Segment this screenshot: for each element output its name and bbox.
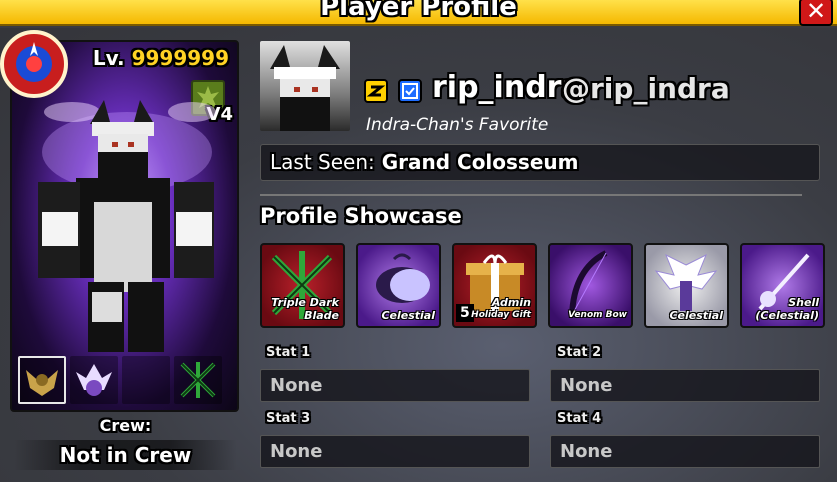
showcase-title: Profile Showcase (260, 204, 462, 228)
close-button[interactable]: ✕ (799, 0, 833, 26)
showcase-caption: Admin Holiday Gift (471, 296, 531, 322)
caption-line: Holiday Gift (471, 310, 531, 320)
stat-3-field[interactable]: None (260, 435, 530, 468)
showcase-caption: Triple Dark Blade (271, 296, 339, 322)
level-prefix: Lv. (92, 46, 125, 70)
showcase-caption: Celestial (381, 309, 435, 322)
last-seen-box: Last Seen: Grand Colosseum (260, 144, 820, 181)
title-bar: Player Profile ✕ (0, 0, 837, 26)
showcase-item-celestial-wings[interactable]: Celestial (644, 243, 729, 328)
stat-4-label: Stat 4 (557, 411, 602, 426)
last-seen-label: Last Seen: (270, 150, 375, 174)
caption-line: Blade (304, 309, 339, 322)
equip-slot-accessory[interactable] (18, 356, 66, 404)
equip-slot-empty[interactable] (122, 356, 170, 404)
level-value: 9999999 (131, 46, 229, 70)
caption-line: Triple Dark (271, 296, 339, 309)
stat-3-label: Stat 3 (266, 411, 311, 426)
showcase-item-admin-holiday-gift[interactable]: 5 Admin Holiday Gift (452, 243, 537, 328)
crew-label: Crew: (99, 416, 152, 435)
stat-2-label: Stat 2 (557, 345, 602, 360)
stat-1-label: Stat 1 (266, 345, 311, 360)
avatar-headshot (260, 41, 350, 131)
equipment-row (18, 356, 222, 404)
crew-value: Not in Crew (14, 440, 237, 470)
profile-subtitle: Indra-Chan's Favorite (366, 115, 549, 135)
showcase-item-shell-celestial[interactable]: Shell (Celestial) (740, 243, 825, 328)
equip-slot-sword[interactable] (174, 356, 222, 404)
showcase-caption: Venom Bow (568, 309, 627, 322)
level-label: Lv. 9999999 (93, 46, 229, 70)
display-name: rip_indra (432, 70, 582, 105)
username: @rip_indra (562, 72, 730, 105)
crest-icon (0, 30, 68, 98)
avatar-figure (32, 82, 222, 356)
showcase-row: Triple Dark Blade Celestial 5 Admin Holi… (260, 243, 825, 328)
stat-2-field[interactable]: None (550, 369, 820, 402)
divider (260, 194, 802, 196)
caption-line: Venom Bow (568, 310, 627, 320)
equip-slot-fruit[interactable] (70, 356, 118, 404)
stat-1-field[interactable]: None (260, 369, 530, 402)
caption-line: (Celestial) (755, 309, 819, 322)
premium-badge-icon (364, 79, 388, 103)
caption-line: Celestial (669, 309, 723, 322)
caption-line: Shell (788, 296, 819, 309)
celestial-fruit-icon (76, 364, 112, 396)
showcase-item-celestial-hat[interactable]: Celestial (356, 243, 441, 328)
last-seen-value: Grand Colosseum (381, 150, 579, 174)
verified-badge-icon (398, 79, 422, 103)
showcase-caption: Shell (Celestial) (755, 296, 819, 322)
window-title: Player Profile (320, 0, 517, 22)
showcase-item-venom-bow[interactable]: Venom Bow (548, 243, 633, 328)
winged-helm-icon (26, 370, 58, 396)
caption-line: Admin (491, 296, 531, 309)
stat-4-field[interactable]: None (550, 435, 820, 468)
caption-line: Celestial (381, 309, 435, 322)
showcase-item-triple-dark-blade[interactable]: Triple Dark Blade (260, 243, 345, 328)
triple-dark-blade-icon (180, 362, 216, 398)
showcase-caption: Celestial (669, 309, 723, 322)
